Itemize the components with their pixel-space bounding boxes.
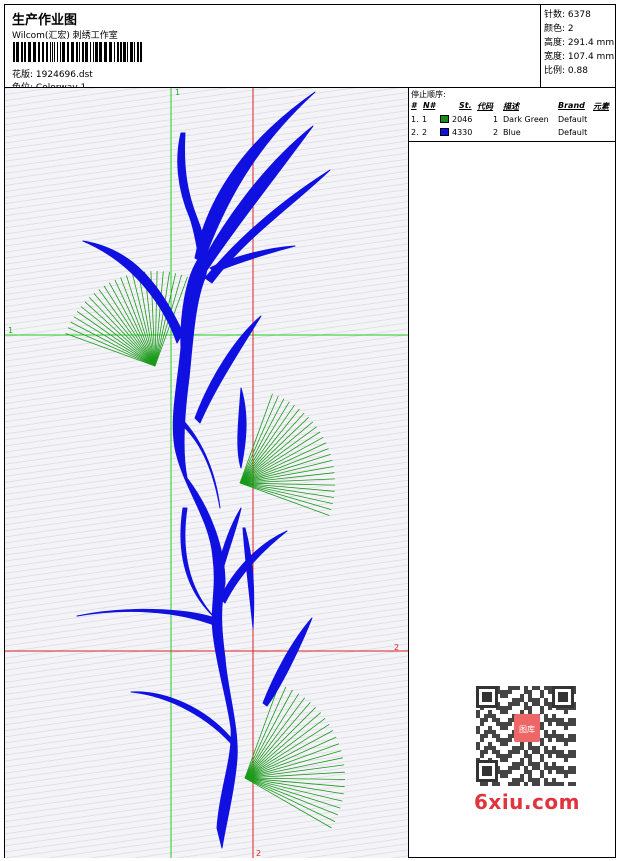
stat-colors-label: 颜色: <box>544 24 566 34</box>
stat-width-value: 107.4 mm <box>567 52 615 62</box>
qr-badge-text: 图库 <box>519 724 535 734</box>
leaf-mid <box>180 417 221 509</box>
guide-label-v1: 1 <box>175 88 180 97</box>
leaf-left-1 <box>82 240 184 344</box>
row-desc: Dark Green <box>503 115 549 124</box>
row-idx: 1. <box>411 115 419 124</box>
qr-code: 图库 <box>470 680 582 790</box>
leaf-lower-left <box>130 691 236 749</box>
col-header-idx: # <box>411 101 417 110</box>
row-idx: 2. <box>411 128 419 137</box>
stat-width: 宽度: 107.4 mm <box>544 49 614 62</box>
row-brand: Default <box>558 115 588 124</box>
row-st: 2046 <box>452 115 473 124</box>
leaf-top-right-1 <box>194 91 316 264</box>
col-header-desc: 描述 <box>503 102 519 111</box>
leaf-lower-right <box>262 617 313 707</box>
design-canvas: 1 1 2 2 <box>5 88 409 858</box>
stat-stitches: 针数: 6378 <box>544 7 591 20</box>
guide-label-h2: 2 <box>394 643 399 652</box>
embroidery-artwork: 1 1 2 2 <box>5 88 408 858</box>
stat-scale: 比例: 0.88 <box>544 63 588 76</box>
software-name: Wilcom(汇宏) 刺绣工作室 <box>12 31 118 41</box>
color-swatch <box>440 128 449 136</box>
row-st: 4330 <box>452 128 473 137</box>
stats-panel: 针数: 6378 颜色: 2 高度: 291.4 mm 宽度: 107.4 mm… <box>541 5 616 88</box>
qr-code-graphic: 图库 <box>470 680 582 790</box>
col-header-element: 元素 <box>593 102 609 111</box>
stat-height: 高度: 291.4 mm <box>544 35 614 48</box>
stat-colors-value: 2 <box>567 24 574 34</box>
col-header-n: N# <box>423 101 436 110</box>
col-header-st: St. <box>459 101 472 110</box>
stat-scale-value: 0.88 <box>567 66 588 76</box>
stat-height-label: 高度: <box>544 38 566 48</box>
leaf-thin-center <box>237 387 247 469</box>
guide-label-v2: 2 <box>256 849 261 858</box>
stat-colors: 颜色: 2 <box>544 21 574 34</box>
guide-label-h1: 1 <box>8 326 13 335</box>
stat-stitches-value: 6378 <box>567 10 591 20</box>
color-swatch <box>440 115 449 123</box>
stop-sequence-caption: 停止顺序: <box>411 90 446 99</box>
header-panel: 生产作业图 Wilcom(汇宏) 刺绣工作室 花版: 1924696.dst 色… <box>5 5 541 93</box>
row-code: 1 <box>493 115 499 124</box>
leaf-short-center <box>217 507 242 574</box>
barcode <box>13 42 142 62</box>
stop-sequence-table: 停止顺序: # N# St. 代码 描述 Brand 元素 1. 1 2046 … <box>409 88 616 142</box>
row-n: 1 <box>422 115 428 124</box>
row-n: 2 <box>422 128 428 137</box>
stat-scale-label: 比例: <box>544 66 566 76</box>
stat-stitches-label: 针数: <box>544 10 566 20</box>
leaf-left-2 <box>76 608 218 627</box>
design-file-label: 花版: <box>12 70 34 80</box>
stat-width-label: 宽度: <box>544 52 566 62</box>
row-desc: Blue <box>503 128 521 137</box>
watermark-brand: 6xiu.com <box>474 790 580 814</box>
col-header-brand: Brand <box>558 101 585 110</box>
row-brand: Default <box>558 128 588 137</box>
design-file-line: 花版: 1924696.dst <box>12 67 93 80</box>
design-file-value: 1924696.dst <box>35 70 93 80</box>
page-title: 生产作业图 <box>12 13 78 28</box>
col-header-code: 代码 <box>477 102 493 111</box>
green-fan-leaves <box>65 270 346 829</box>
leaf-center-thin-2 <box>242 527 255 629</box>
stat-height-value: 291.4 mm <box>567 38 615 48</box>
leaf-mid-right-2 <box>194 315 262 424</box>
row-code: 2 <box>493 128 499 137</box>
